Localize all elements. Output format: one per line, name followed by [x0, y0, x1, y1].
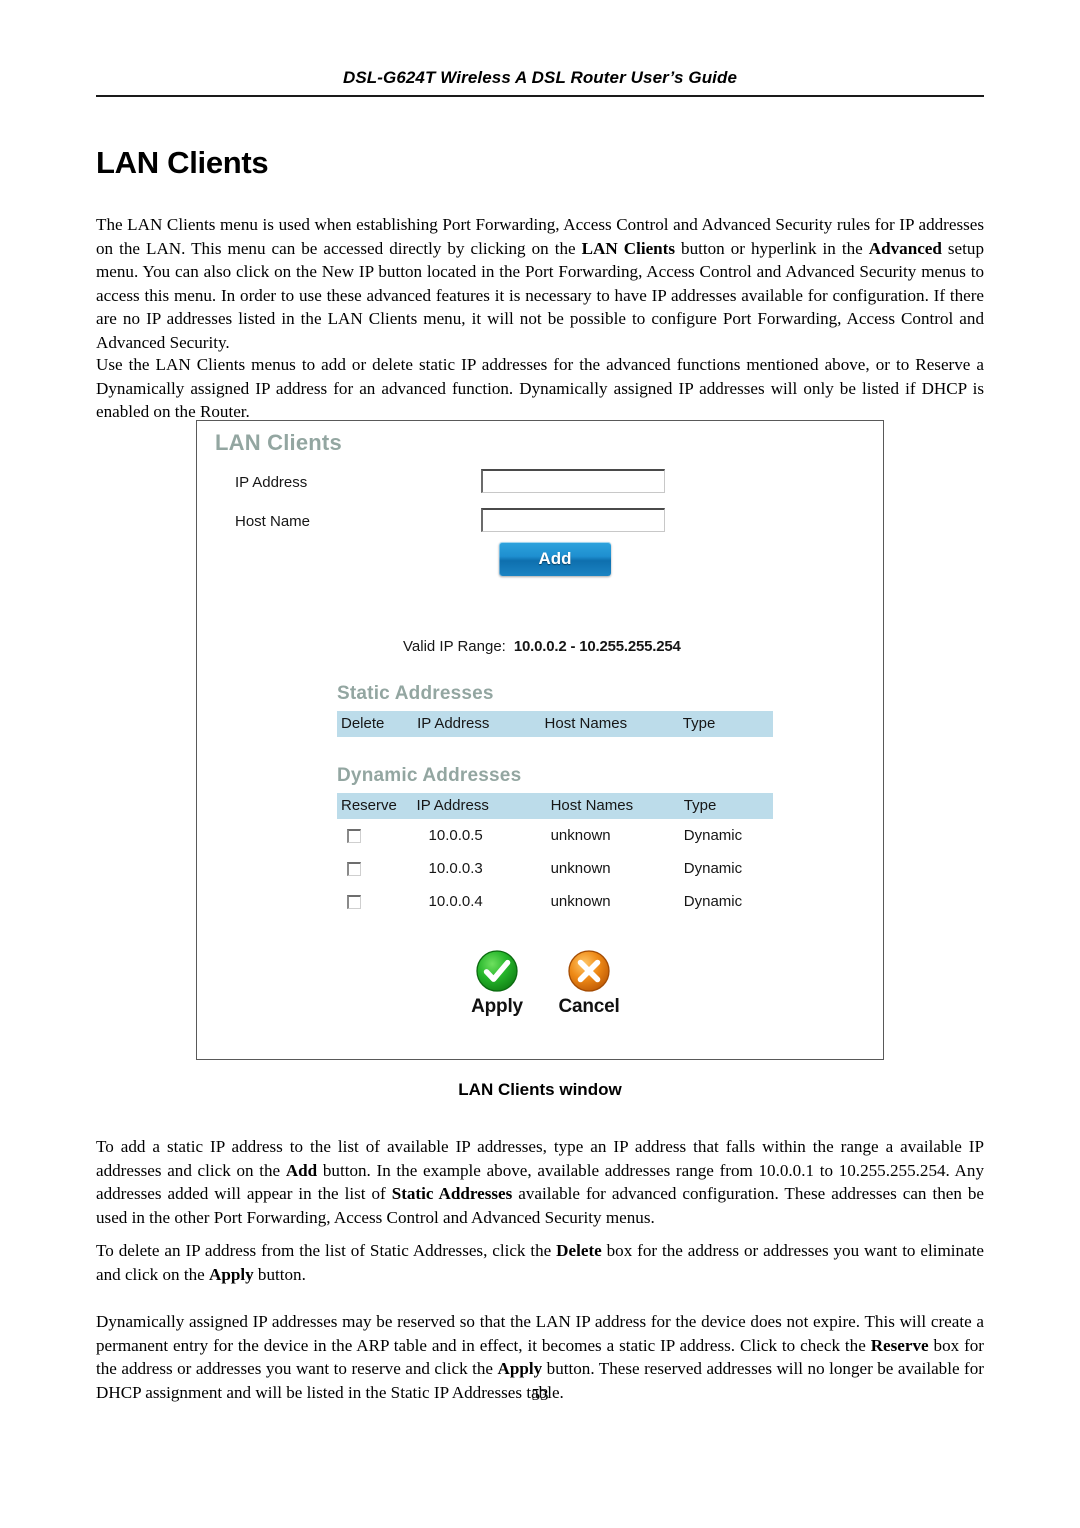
static-table-head: Delete IP Address Host Names Type — [337, 711, 773, 737]
column-header-ip-address: IP Address — [413, 711, 541, 737]
table-row: 10.0.0.4 unknown Dynamic — [337, 885, 773, 918]
paragraph-use: Use the LAN Clients menus to add or dele… — [96, 355, 984, 422]
table-header-row: Delete IP Address Host Names Type — [337, 711, 773, 737]
host-name-input[interactable] — [481, 508, 665, 532]
document-page: DSL-G624T Wireless A DSL Router User’s G… — [0, 0, 1080, 1528]
column-header-ip-address: IP Address — [412, 793, 547, 819]
ip-address-input[interactable] — [481, 469, 665, 493]
column-header-host-names: Host Names — [540, 711, 679, 737]
static-addresses-table-wrap: Delete IP Address Host Names Type — [337, 711, 773, 737]
dynamic-addresses-table-wrap: Reserve IP Address Host Names Type 10.0.… — [337, 793, 773, 918]
apply-button-label: Apply — [471, 996, 523, 1017]
text-run-bold: Advanced — [868, 238, 942, 258]
text-run-bold: Apply — [208, 1264, 254, 1284]
dynamic-table-head: Reserve IP Address Host Names Type — [337, 793, 773, 819]
cell-checkbox — [337, 819, 413, 852]
running-header-text: DSL-G624T Wireless A DSL Router User’s G… — [342, 68, 738, 87]
column-header-delete: Delete — [337, 711, 414, 737]
cell-host-name: unknown — [546, 819, 680, 852]
cell-checkbox — [337, 852, 413, 885]
figure-caption: LAN Clients window — [458, 1080, 622, 1099]
column-header-type: Type — [678, 711, 773, 737]
paragraph-delete-ip: To delete an IP address from the list of… — [96, 1239, 984, 1286]
lan-clients-screenshot-figure: LAN Clients IP Address Host Name Add Val… — [196, 420, 884, 1060]
action-button-row: Apply Cancel — [461, 948, 641, 1018]
cancel-button-label: Cancel — [558, 996, 620, 1017]
host-name-label: Host Name — [235, 513, 311, 530]
text-run-bold: Static Addresses — [391, 1184, 513, 1204]
ui-panel-title: LAN Clients — [215, 430, 342, 455]
cell-host-name: unknown — [546, 852, 680, 885]
text-run: button or hyperlink in the — [675, 238, 869, 258]
valid-ip-range: Valid IP Range: 10.0.0.2 - 10.255.255.254 — [403, 638, 681, 655]
cell-host-name: unknown — [546, 885, 680, 918]
cell-ip-address: 10.0.0.5 — [412, 819, 547, 852]
paragraph-add-static-ip: To add a static IP address to the list o… — [96, 1135, 984, 1229]
dynamic-table-body: 10.0.0.5 unknown Dynamic 10.0.0.3 unknown Dyn… — [337, 819, 773, 918]
page-title: LAN Clients — [96, 144, 269, 180]
table-header-row: Reserve IP Address Host Names Type — [337, 793, 773, 819]
text-run: To delete an IP address from the list of… — [96, 1241, 557, 1261]
text-run-bold: Add — [285, 1160, 318, 1180]
cell-type: Dynamic — [679, 852, 773, 885]
paragraph-intro: The LAN Clients menu is used when establ… — [96, 213, 984, 354]
text-run-bold: LAN Clients — [581, 238, 676, 258]
dynamic-addresses-heading: Dynamic Addresses — [337, 765, 522, 786]
row-checkbox[interactable] — [347, 829, 361, 844]
green-check-circle-icon — [474, 948, 520, 994]
row-checkbox[interactable] — [347, 862, 361, 877]
text-run-bold: Reserve — [870, 1335, 929, 1355]
router-ui-panel: LAN Clients IP Address Host Name Add Val… — [197, 421, 883, 1059]
text-run: button. — [253, 1264, 306, 1284]
valid-ip-range-label: Valid IP Range: — [403, 638, 506, 655]
orange-x-circle-icon — [566, 948, 612, 994]
cell-checkbox — [337, 885, 413, 918]
valid-ip-range-value: 10.0.0.2 - 10.255.255.254 — [513, 638, 681, 655]
cell-ip-address: 10.0.0.4 — [412, 885, 547, 918]
static-addresses-heading: Static Addresses — [337, 683, 494, 704]
header-rule — [96, 95, 984, 97]
text-run-bold: Delete — [556, 1241, 602, 1261]
table-row: 10.0.0.3 unknown Dynamic — [337, 852, 773, 885]
static-addresses-table: Delete IP Address Host Names Type — [337, 711, 773, 737]
text-run: Dynamically assigned IP addresses may be… — [96, 1312, 984, 1355]
row-checkbox[interactable] — [347, 895, 361, 910]
cell-ip-address: 10.0.0.3 — [412, 852, 547, 885]
page-number: 53 — [531, 1385, 549, 1404]
table-row: 10.0.0.5 unknown Dynamic — [337, 819, 773, 852]
column-header-host-names: Host Names — [546, 793, 680, 819]
text-run-bold: Apply — [497, 1359, 543, 1379]
dynamic-addresses-table: Reserve IP Address Host Names Type 10.0.… — [337, 793, 773, 918]
apply-button[interactable]: Apply — [461, 948, 533, 1018]
ip-address-label: IP Address — [235, 474, 308, 491]
cancel-button[interactable]: Cancel — [553, 948, 625, 1018]
add-button[interactable]: Add — [499, 542, 611, 576]
column-header-type: Type — [679, 793, 773, 819]
column-header-reserve: Reserve — [337, 793, 413, 819]
running-header: DSL-G624T Wireless A DSL Router User’s G… — [96, 68, 984, 88]
cell-type: Dynamic — [679, 819, 773, 852]
cell-type: Dynamic — [679, 885, 773, 918]
